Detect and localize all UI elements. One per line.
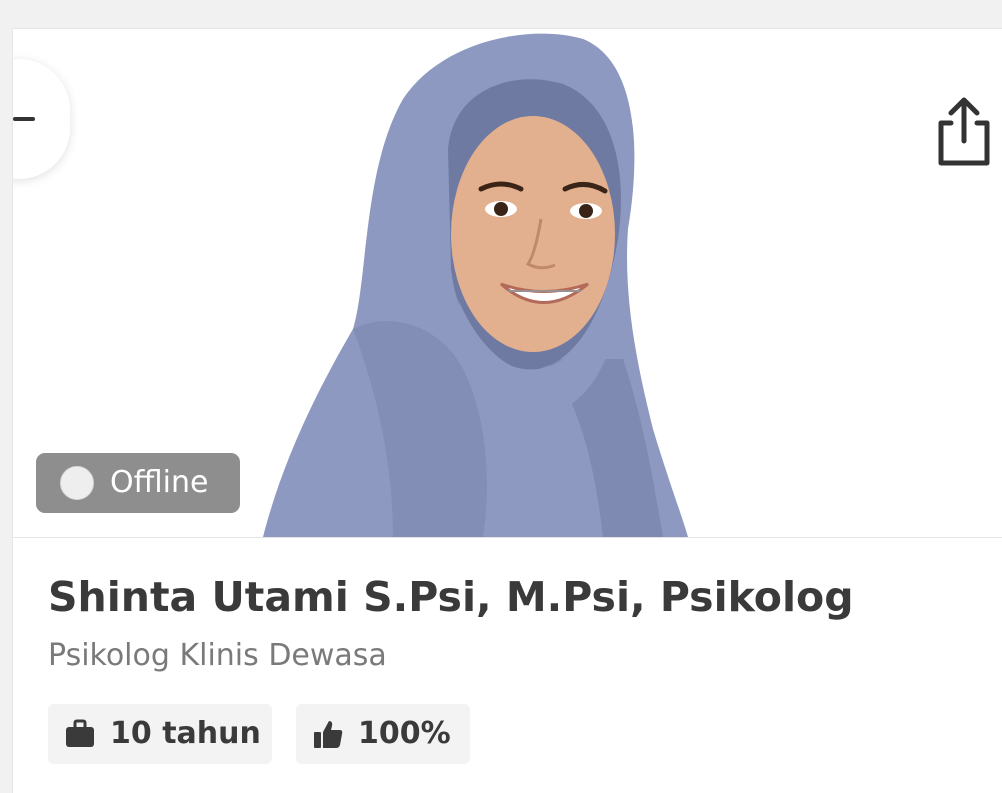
thumbs-up-icon	[314, 721, 343, 748]
profile-photo	[263, 33, 688, 537]
experience-chip: 10 tahun	[48, 704, 272, 764]
profile-card	[12, 28, 1002, 793]
status-dot-icon	[60, 466, 94, 500]
rating-label: 100%	[358, 716, 451, 751]
profile-screen: Offline Shinta Utami S.Psi, M.Psi, Psiko…	[0, 0, 1002, 793]
share-icon[interactable]	[933, 95, 995, 167]
status-badge: Offline	[36, 453, 240, 513]
experience-label: 10 tahun	[110, 716, 261, 751]
rating-chip: 100%	[296, 704, 470, 764]
specialty-label: Psikolog Klinis Dewasa	[48, 638, 387, 673]
divider	[13, 537, 1002, 538]
status-label: Offline	[110, 465, 209, 500]
back-button[interactable]	[13, 59, 70, 179]
psychologist-name: Shinta Utami S.Psi, M.Psi, Psikolog	[48, 573, 854, 621]
briefcase-icon	[66, 719, 94, 747]
minus-icon	[13, 117, 35, 121]
